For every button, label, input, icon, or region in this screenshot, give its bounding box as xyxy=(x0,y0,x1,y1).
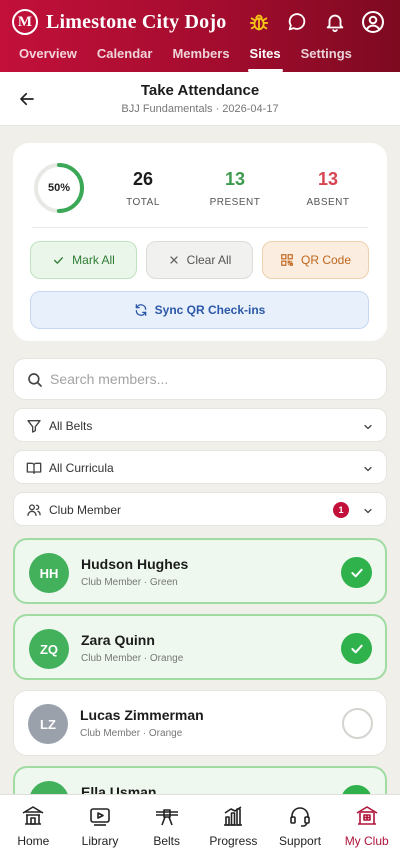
brand[interactable]: M Limestone City Dojo xyxy=(12,9,226,35)
stat-present-value: 13 xyxy=(224,169,246,189)
member-type-filter-label: Club Member xyxy=(49,503,122,517)
attendance-stats-card: 50% 26 TOTAL 13 PRESENT 13 ABSENT Mark A… xyxy=(13,143,387,341)
tab-members[interactable]: Members xyxy=(162,44,239,72)
stat-present-label: PRESENT xyxy=(209,197,261,208)
book-open-icon xyxy=(26,462,42,474)
attendance-percent: 50% xyxy=(47,182,71,194)
belt-icon xyxy=(154,804,180,828)
chevron-down-icon xyxy=(364,424,372,430)
bottom-navigation: Home Library Belts Progress Support My C… xyxy=(0,794,400,856)
member-name: Lucas Zimmerman xyxy=(80,707,204,723)
club-title: Limestone City Dojo xyxy=(46,10,227,33)
tab-sites[interactable]: Sites xyxy=(240,44,291,72)
video-library-icon xyxy=(87,804,113,828)
app-header: M Limestone City Dojo Overview Calendar xyxy=(0,0,400,72)
member-meta: Club Member · Orange xyxy=(81,653,184,664)
dojo-home-icon xyxy=(20,804,46,828)
checkmark-icon xyxy=(350,568,363,577)
nav-support-label: Support xyxy=(279,834,322,848)
tab-settings[interactable]: Settings xyxy=(291,44,362,72)
bar-chart-icon xyxy=(220,804,246,828)
member-row[interactable]: HH Hudson Hughes Club Member · Green xyxy=(13,538,387,604)
nav-belts[interactable]: Belts xyxy=(133,795,200,856)
qr-code-button[interactable]: QR Code xyxy=(262,241,369,279)
nav-library[interactable]: Library xyxy=(67,795,134,856)
curricula-filter-dropdown[interactable]: All Curricula xyxy=(13,450,387,484)
club-logo-icon: M xyxy=(12,9,38,35)
sync-qr-checkins-button[interactable]: Sync QR Check-ins xyxy=(30,291,369,329)
qr-code-icon xyxy=(281,254,293,266)
chat-icon[interactable] xyxy=(284,9,310,35)
member-search-box xyxy=(13,358,387,400)
checkmark-icon xyxy=(54,256,64,264)
stat-present: 13 PRESENT xyxy=(195,169,275,208)
avatar: ZQ xyxy=(29,629,69,669)
search-icon xyxy=(28,373,42,387)
club-building-icon xyxy=(354,804,380,828)
stat-total: 26 TOTAL xyxy=(103,169,183,208)
stat-absent-value: 13 xyxy=(317,169,339,189)
stat-total-label: TOTAL xyxy=(126,197,160,208)
page-title: Take Attendance xyxy=(140,82,260,99)
close-icon xyxy=(170,256,178,264)
mark-all-label: Mark All xyxy=(72,253,115,267)
stats-divider xyxy=(32,227,368,228)
member-meta: Club Member · Orange xyxy=(80,728,183,739)
nav-progress[interactable]: Progress xyxy=(200,795,267,856)
stat-total-value: 26 xyxy=(132,169,154,189)
nav-progress-label: Progress xyxy=(209,834,258,848)
clear-all-button[interactable]: Clear All xyxy=(146,241,253,279)
funnel-icon xyxy=(27,420,41,433)
users-icon xyxy=(27,504,41,516)
search-input[interactable] xyxy=(50,359,370,399)
member-row[interactable]: LZ Lucas Zimmerman Club Member · Orange xyxy=(13,690,387,756)
sync-label: Sync QR Check-ins xyxy=(154,303,266,317)
avatar: LZ xyxy=(28,704,68,744)
belt-filter-dropdown[interactable]: All Belts xyxy=(13,408,387,442)
mark-all-button[interactable]: Mark All xyxy=(30,241,137,279)
sync-icon xyxy=(135,304,146,316)
stat-absent: 13 ABSENT xyxy=(288,169,368,208)
tab-calendar[interactable]: Calendar xyxy=(87,44,163,72)
clear-all-label: Clear All xyxy=(186,253,232,267)
qr-code-label: QR Code xyxy=(300,253,352,267)
nav-home[interactable]: Home xyxy=(0,795,67,856)
nav-tabs: Overview Calendar Members Sites Settings xyxy=(0,44,400,72)
bell-icon[interactable] xyxy=(322,9,348,35)
nav-library-label: Library xyxy=(81,834,119,848)
checkmark-icon xyxy=(350,644,363,653)
nav-support[interactable]: Support xyxy=(267,795,334,856)
nav-my-club[interactable]: My Club xyxy=(333,795,400,856)
attendance-check-toggle[interactable] xyxy=(342,708,373,739)
bug-icon[interactable] xyxy=(246,9,272,35)
avatar: HH xyxy=(29,553,69,593)
belt-filter-label: All Belts xyxy=(49,419,93,433)
member-name: Zara Quinn xyxy=(81,632,155,648)
user-profile-icon[interactable] xyxy=(360,9,386,35)
attendance-check-toggle[interactable] xyxy=(341,557,372,588)
nav-home-label: Home xyxy=(17,834,50,848)
nav-belts-label: Belts xyxy=(153,834,181,848)
tab-overview[interactable]: Overview xyxy=(9,44,87,72)
page-titlebar: Take Attendance BJJ Fundamentals · 2026-… xyxy=(0,72,400,126)
page-subtitle: BJJ Fundamentals · 2026-04-17 xyxy=(121,103,279,115)
member-name: Hudson Hughes xyxy=(81,556,189,572)
header-icons xyxy=(246,9,386,35)
member-type-filter-dropdown[interactable]: Club Member 1 xyxy=(13,492,387,526)
chevron-down-icon xyxy=(364,466,372,472)
curricula-filter-label: All Curricula xyxy=(49,461,114,475)
nav-my-club-label: My Club xyxy=(344,834,389,848)
stat-absent-label: ABSENT xyxy=(306,197,350,208)
filter-count-badge: 1 xyxy=(333,502,349,518)
member-meta: Club Member · Green xyxy=(81,577,178,588)
attendance-check-toggle[interactable] xyxy=(341,633,372,664)
logo-letter: M xyxy=(17,13,33,30)
chevron-down-icon xyxy=(364,508,372,514)
member-row[interactable]: ZQ Zara Quinn Club Member · Orange xyxy=(13,614,387,680)
headset-icon xyxy=(287,804,313,828)
